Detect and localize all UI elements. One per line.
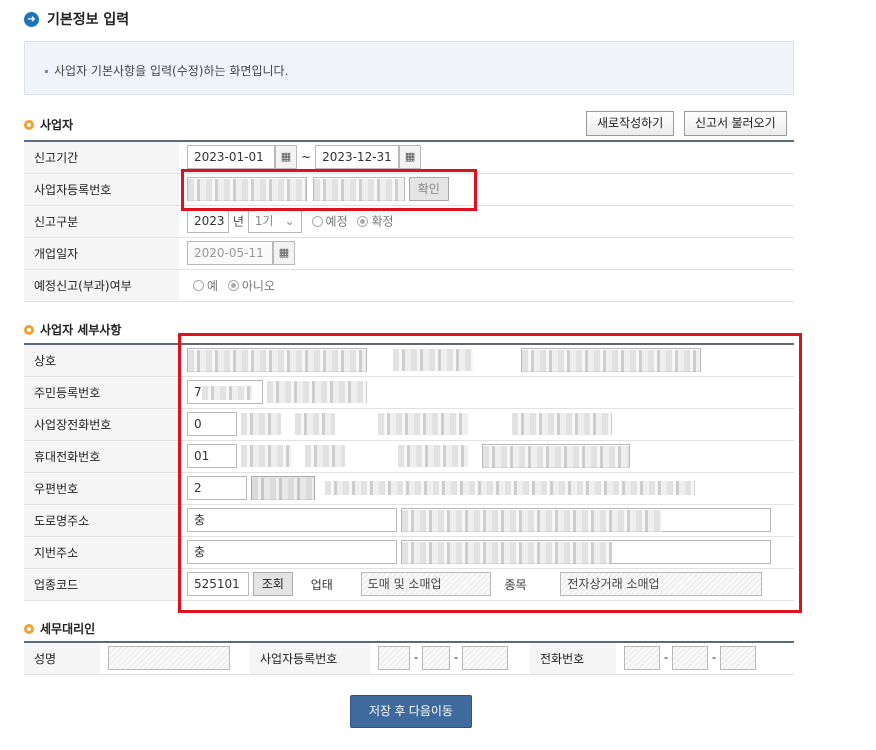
period-label: 신고기간 xyxy=(24,140,179,174)
load-report-button[interactable]: 신고서 불러오기 xyxy=(684,111,787,136)
term-select[interactable]: 1기 ⌄ xyxy=(247,209,302,233)
open-date-label: 개업일자 xyxy=(24,237,179,270)
section-bullet-icon xyxy=(24,119,34,130)
yes-radio[interactable] xyxy=(193,279,204,291)
row-label: 상호 xyxy=(24,343,179,377)
reg-no-label: 사업자등록번호 xyxy=(24,173,179,206)
year-input[interactable]: 2023 xyxy=(187,209,229,233)
dash: - xyxy=(453,650,459,665)
business-table: 신고기간 2023-01-01 ▦ ~2023-12-31 ▦ 사업자등록번호 확인 … xyxy=(24,140,794,302)
highlight-box-reg-no xyxy=(181,169,477,211)
notice-text: 사업자 기본사항을 입력(수정)하는 화면입니다. xyxy=(54,64,289,78)
final-radio[interactable] xyxy=(357,215,369,227)
highlight-box-details xyxy=(178,333,802,613)
page-title-text: 기본정보 입력 xyxy=(47,12,130,28)
calendar-icon[interactable]: ▦ xyxy=(399,145,422,170)
row-label: 업종코드 xyxy=(24,568,179,601)
period-end-input[interactable]: 2023-12-31 xyxy=(315,145,400,170)
year-unit: 년 xyxy=(232,214,244,229)
section-bullet-icon xyxy=(24,324,34,335)
agent-reg-no-1 xyxy=(378,646,410,671)
row-label: 주민등록번호 xyxy=(24,376,179,409)
agent-table: 성명 사업자등록번호 - - 전화번호 - - xyxy=(24,641,794,675)
save-next-button[interactable]: 저장 후 다음이동 xyxy=(350,695,472,728)
section-details: 사업자 세부사항 xyxy=(24,321,121,338)
section-agent: 세무대리인 xyxy=(24,620,95,637)
planned-label: 예정 xyxy=(325,214,348,229)
section-business: 사업자 xyxy=(24,116,73,133)
tilde: ~ xyxy=(301,150,312,165)
row-label: 사업장전화번호 xyxy=(24,408,179,441)
page-title: ➜ 기본정보 입력 xyxy=(24,9,129,29)
calendar-icon[interactable]: ▦ xyxy=(273,241,295,265)
dash: - xyxy=(711,650,717,665)
section-details-title: 사업자 세부사항 xyxy=(40,323,122,337)
type-label: 신고구분 xyxy=(24,205,179,238)
notice-box: 사업자 기본사항을 입력(수정)하는 화면입니다. xyxy=(24,41,794,95)
dash: - xyxy=(663,650,669,665)
yes-label: 예 xyxy=(207,278,219,293)
bullet-icon xyxy=(45,70,48,73)
row-label: 우편번호 xyxy=(24,472,179,505)
planned-radio[interactable] xyxy=(311,215,323,227)
no-radio[interactable] xyxy=(227,279,239,291)
agent-phone-1 xyxy=(624,646,660,671)
calendar-icon[interactable]: ▦ xyxy=(275,145,297,170)
agent-reg-no-2 xyxy=(422,646,450,671)
final-label: 확정 xyxy=(371,214,394,229)
chevron-down-icon: ⌄ xyxy=(284,214,295,228)
row-label: 지번주소 xyxy=(24,536,179,569)
agent-name-label: 성명 xyxy=(24,641,100,675)
no-label: 아니오 xyxy=(241,278,275,293)
row-label: 휴대전화번호 xyxy=(24,440,179,473)
open-date-input[interactable]: 2020-05-11 xyxy=(187,241,273,265)
agent-name-input xyxy=(108,646,230,671)
dash: - xyxy=(413,650,419,665)
agent-reg-no-3 xyxy=(462,646,508,671)
agent-phone-2 xyxy=(672,646,708,671)
section-agent-title: 세무대리인 xyxy=(40,622,96,636)
new-report-button[interactable]: 새로작성하기 xyxy=(586,111,675,136)
period-start-input[interactable]: 2023-01-01 xyxy=(187,145,275,170)
agent-phone-label: 전화번호 xyxy=(530,641,616,675)
planned-tax-label: 예정신고(부과)여부 xyxy=(24,269,179,302)
section-business-title: 사업자 xyxy=(40,118,74,132)
arrow-right-circle-icon: ➜ xyxy=(24,11,39,27)
row-label: 도로명주소 xyxy=(24,504,179,537)
agent-phone-3 xyxy=(720,646,756,671)
agent-reg-no-label: 사업자등록번호 xyxy=(250,641,370,675)
section-bullet-icon xyxy=(24,623,34,634)
